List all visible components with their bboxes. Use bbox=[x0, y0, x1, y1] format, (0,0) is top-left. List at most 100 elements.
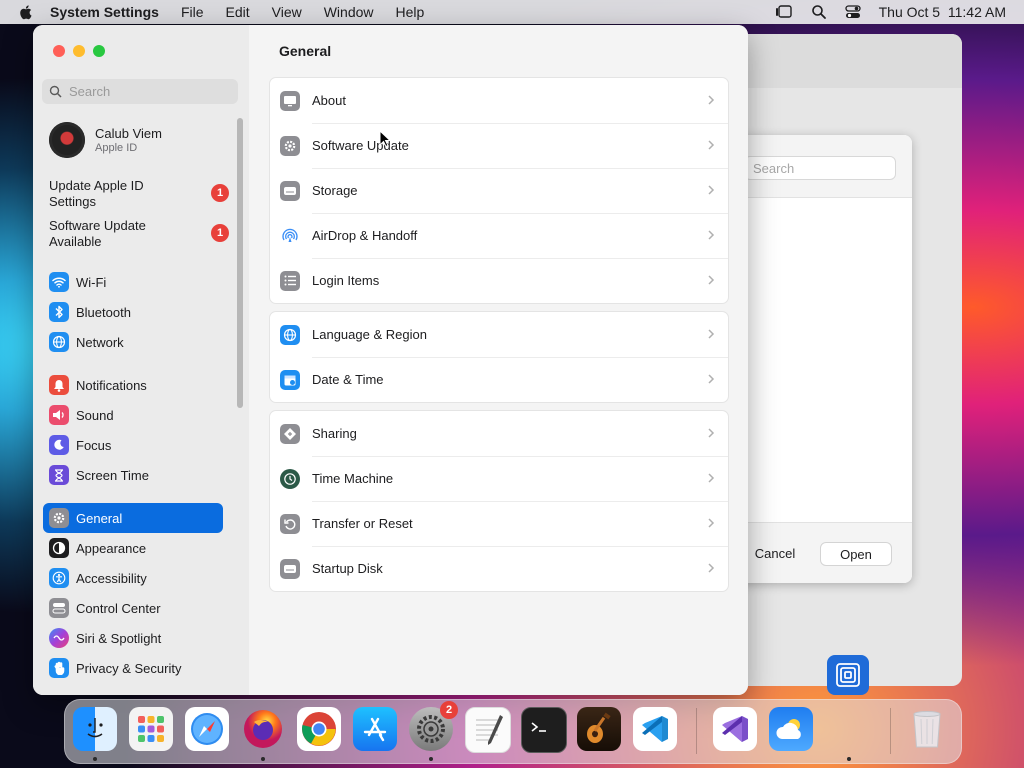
row-startup-disk[interactable]: Startup Disk bbox=[270, 546, 728, 591]
chevron-right-icon bbox=[708, 275, 715, 285]
sidebar-item-wifi[interactable]: Wi-Fi bbox=[43, 267, 223, 297]
settings-group-2: Language & Region Date & Time bbox=[269, 311, 729, 403]
row-label: AirDrop & Handoff bbox=[312, 228, 418, 243]
row-transfer-reset[interactable]: Transfer or Reset bbox=[270, 501, 728, 546]
airdrop-icon bbox=[280, 226, 300, 246]
sidebar-item-label: General bbox=[76, 510, 123, 526]
settings-group-1: About Software Update Storage AirDrop & … bbox=[269, 77, 729, 304]
dialog-open-button[interactable]: Open bbox=[820, 542, 892, 566]
control-center-icon[interactable] bbox=[844, 4, 861, 20]
hourglass-icon bbox=[49, 465, 69, 485]
hand-icon bbox=[49, 658, 69, 678]
menu-window[interactable]: Window bbox=[324, 4, 374, 20]
garageband-icon[interactable] bbox=[577, 707, 621, 751]
running-indicator bbox=[429, 757, 433, 761]
stage-manager-icon[interactable] bbox=[775, 4, 793, 20]
finder-icon[interactable] bbox=[73, 707, 117, 751]
bell-icon bbox=[49, 375, 69, 395]
row-language-region[interactable]: Language & Region bbox=[270, 312, 728, 357]
sidebar-item-accessibility[interactable]: Accessibility bbox=[43, 563, 223, 593]
row-sharing[interactable]: Sharing bbox=[270, 411, 728, 456]
menu-clock[interactable]: Thu Oct 5 11:42 AM bbox=[879, 4, 1006, 20]
sidebar-item-general[interactable]: General bbox=[43, 503, 223, 533]
vscode-icon[interactable] bbox=[633, 707, 677, 751]
weather-icon[interactable] bbox=[769, 707, 813, 751]
sidebar-item-label: Bluetooth bbox=[76, 304, 131, 320]
menu-edit[interactable]: Edit bbox=[226, 4, 250, 20]
menu-app-name[interactable]: System Settings bbox=[50, 4, 159, 20]
settings-group-3: Sharing Time Machine Transfer or Reset S… bbox=[269, 410, 729, 592]
launchpad-icon[interactable] bbox=[129, 707, 173, 751]
sharing-icon bbox=[280, 423, 300, 444]
running-indicator bbox=[261, 757, 265, 761]
row-software-update[interactable]: Software Update bbox=[270, 123, 728, 168]
bluetooth-icon bbox=[49, 302, 69, 322]
spotlight-search-icon[interactable] bbox=[811, 4, 827, 20]
sidebar-item-label: Screen Time bbox=[76, 467, 149, 483]
menu-file[interactable]: File bbox=[181, 4, 204, 20]
sidebar-item-sound[interactable]: Sound bbox=[43, 400, 223, 430]
profile-subtitle: Apple ID bbox=[95, 142, 138, 154]
row-time-machine[interactable]: Time Machine bbox=[270, 456, 728, 501]
menu-view[interactable]: View bbox=[272, 4, 302, 20]
appearance-icon bbox=[49, 538, 69, 558]
row-storage[interactable]: Storage bbox=[270, 168, 728, 213]
notice-update-apple-id[interactable]: Update Apple ID Settings 1 bbox=[49, 178, 229, 210]
sidebar-item-network[interactable]: Network bbox=[43, 327, 223, 357]
sidebar-scrollbar[interactable] bbox=[237, 118, 243, 408]
dialog-search-field[interactable]: Search bbox=[735, 156, 896, 180]
visual-studio-icon[interactable] bbox=[713, 707, 757, 751]
wifi-icon bbox=[49, 272, 69, 292]
row-label: Language & Region bbox=[312, 327, 427, 342]
chevron-right-icon bbox=[708, 374, 715, 384]
sidebar-item-label: Control Center bbox=[76, 600, 161, 616]
dock bbox=[64, 699, 962, 764]
sidebar-item-bluetooth[interactable]: Bluetooth bbox=[43, 297, 223, 327]
chevron-right-icon bbox=[708, 95, 715, 105]
sidebar-item-label: Appearance bbox=[76, 540, 147, 556]
sidebar-item-control-center[interactable]: Control Center bbox=[43, 593, 223, 623]
row-date-time[interactable]: Date & Time bbox=[270, 357, 728, 402]
zoom-window-button[interactable] bbox=[93, 45, 105, 57]
sidebar-item-appearance[interactable]: Appearance bbox=[43, 533, 223, 563]
gear-badge-icon bbox=[280, 135, 300, 156]
notice-software-update[interactable]: Software Update Available 1 bbox=[49, 218, 229, 250]
menu-help[interactable]: Help bbox=[396, 4, 425, 20]
row-login-items[interactable]: Login Items bbox=[270, 258, 728, 303]
chrome-icon[interactable] bbox=[297, 707, 341, 751]
chevron-right-icon bbox=[708, 230, 715, 240]
apple-id-profile[interactable]: Calub Viem Apple ID bbox=[49, 120, 239, 160]
sidebar-item-label: Accessibility bbox=[76, 570, 147, 586]
terminal-icon[interactable] bbox=[521, 707, 567, 753]
sidebar-item-privacy-security[interactable]: Privacy & Security bbox=[43, 653, 223, 683]
close-window-button[interactable] bbox=[53, 45, 65, 57]
row-about[interactable]: About bbox=[270, 78, 728, 123]
sidebar-item-focus[interactable]: Focus bbox=[43, 430, 223, 460]
page-title: General bbox=[279, 43, 332, 59]
sidebar-item-notifications[interactable]: Notifications bbox=[43, 370, 223, 400]
row-label: Login Items bbox=[312, 273, 380, 288]
textedit-icon[interactable] bbox=[465, 707, 511, 753]
sidebar-item-label: Focus bbox=[76, 437, 112, 453]
calendar-clock-icon bbox=[280, 369, 300, 390]
trash-icon[interactable] bbox=[905, 707, 949, 751]
app-store-icon[interactable] bbox=[353, 707, 397, 751]
sidebar-item-siri-spotlight[interactable]: Siri & Spotlight bbox=[43, 623, 223, 653]
sidebar-search-field[interactable]: Search bbox=[42, 79, 238, 104]
apple-logo-icon[interactable] bbox=[16, 2, 36, 22]
profile-name: Calub Viem bbox=[95, 126, 162, 141]
row-airdrop-handoff[interactable]: AirDrop & Handoff bbox=[270, 213, 728, 258]
minimize-window-button[interactable] bbox=[73, 45, 85, 57]
sidebar-item-label: Sound bbox=[76, 407, 114, 423]
running-indicator bbox=[847, 757, 851, 761]
notification-badge: 1 bbox=[211, 184, 229, 202]
firefox-icon[interactable] bbox=[241, 707, 285, 751]
dialog-cancel-button[interactable]: Cancel bbox=[742, 542, 808, 564]
drive-icon bbox=[280, 180, 300, 201]
safari-icon[interactable] bbox=[185, 707, 229, 751]
siri-icon bbox=[49, 628, 69, 648]
floating-app-icon[interactable] bbox=[827, 655, 869, 695]
speaker-icon bbox=[49, 405, 69, 425]
list-icon bbox=[280, 270, 300, 291]
sidebar-item-screen-time[interactable]: Screen Time bbox=[43, 460, 223, 490]
